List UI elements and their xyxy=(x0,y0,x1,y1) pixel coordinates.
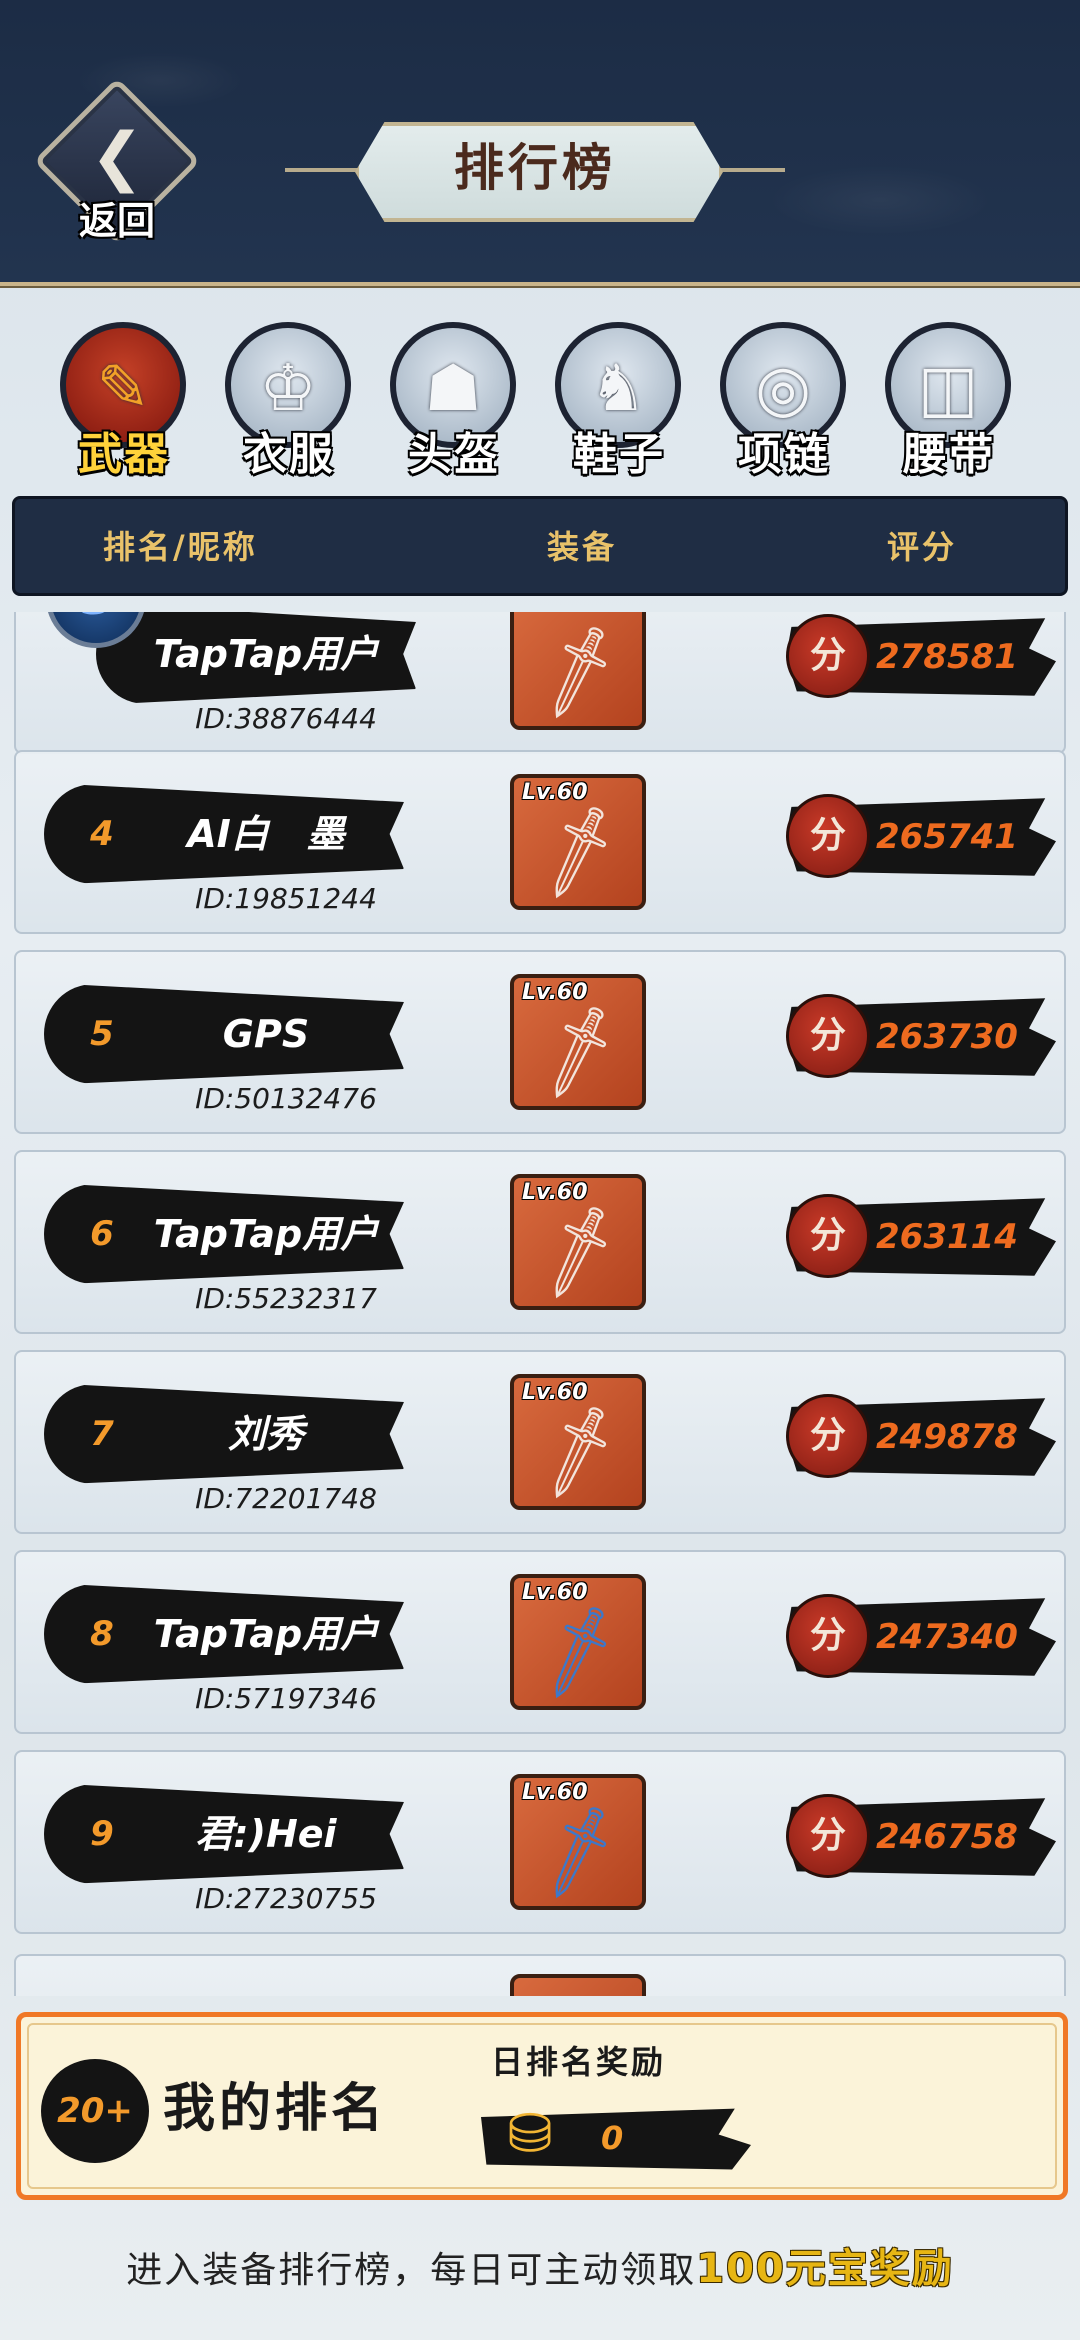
table-row[interactable]: 9 君:)Hei ID:27230755 Lv.60 🗡 分 246758 xyxy=(14,1750,1066,1934)
player-name: GPS xyxy=(222,1012,310,1056)
column-equipment: 装备 xyxy=(547,528,618,566)
tab-category-0[interactable]: ✎ 武器 xyxy=(54,322,194,482)
player-id: ID:72201748 xyxy=(195,1482,377,1515)
equipment-slot[interactable]: Lv.60 🗡 xyxy=(510,1374,646,1510)
score-value: 263730 xyxy=(876,1017,1018,1057)
tab-category-4[interactable]: ◎ 项链 xyxy=(714,322,854,482)
equipment-slot[interactable]: Lv.60 🗡 xyxy=(510,974,646,1110)
equipment-slot[interactable]: Lv.60 🗡 xyxy=(510,1174,646,1310)
score-badge: 分 xyxy=(786,1194,870,1278)
player-name: 君:)Hei xyxy=(195,1812,337,1856)
score-value: 263114 xyxy=(876,1217,1018,1257)
player-name: 刘秀 xyxy=(227,1412,304,1456)
my-rank-label: 我的排名 xyxy=(163,2079,388,2139)
category-label: 武器 xyxy=(78,429,170,480)
category-label: 鞋子 xyxy=(573,429,665,480)
title-left-line xyxy=(285,168,365,172)
player-id: ID:50132476 xyxy=(195,1082,377,1115)
player-name: TapTap用户 xyxy=(153,1212,379,1256)
score-badge: 分 xyxy=(786,794,870,878)
category-label: 衣服 xyxy=(243,429,335,480)
score-value: 278581 xyxy=(876,637,1018,677)
tab-category-2[interactable]: ☗ 头盔 xyxy=(384,322,524,482)
equipment-slot[interactable]: Lv.60 🗡 xyxy=(510,1774,646,1910)
title-plaque: 排行榜 xyxy=(285,122,785,222)
footer-text: 进入装备排行榜，每日可主动领取 xyxy=(126,2250,697,2291)
rank-number: 5 xyxy=(90,1014,114,1054)
player-id: ID:27230755 xyxy=(195,1882,377,1915)
ranking-list[interactable]: 3TapTap用户ID:38876444🗡分2785814AI白 墨ID:198… xyxy=(0,612,1080,1996)
column-header: 排名/昵称 装备 评分 xyxy=(12,496,1068,596)
table-row[interactable]: 8 TapTap用户 ID:57197346 Lv.60 🗡 分 247340 xyxy=(14,1550,1066,1734)
rank-number: 9 xyxy=(90,1814,114,1854)
back-button[interactable]: ❮ 返回 xyxy=(33,77,201,245)
sword-icon: 🗡 xyxy=(520,615,636,727)
my-rank-panel[interactable]: 20+ 我的排名 日排名奖励 ⛁ 0 xyxy=(16,2012,1068,2200)
top-header: ❮ 返回 排行榜 xyxy=(0,0,1080,286)
score-badge: 分 xyxy=(786,1394,870,1478)
footer-note: 进入装备排行榜，每日可主动领取100元宝奖励 xyxy=(0,2236,1080,2294)
player-name: TapTap用户 xyxy=(153,632,379,676)
equipment-slot[interactable]: Lv.60 🗡 xyxy=(510,774,646,910)
column-score: 评分 xyxy=(887,528,958,566)
score-badge: 分 xyxy=(786,1594,870,1678)
back-label: 返回 xyxy=(78,199,155,243)
page-title: 排行榜 xyxy=(454,139,616,197)
player-id: ID:38876444 xyxy=(195,702,377,735)
daily-reward-title: 日排名奖励 xyxy=(491,2043,667,2081)
score-value: 246758 xyxy=(876,1817,1018,1857)
category-label: 头盔 xyxy=(408,429,500,480)
back-arrow-icon: ❮ xyxy=(90,120,144,194)
column-rank-name: 排名/昵称 xyxy=(103,528,258,566)
score-value: 265741 xyxy=(876,817,1018,857)
player-name: AI白 墨 xyxy=(187,812,345,856)
rank-number: 6 xyxy=(90,1214,114,1254)
score-badge: 分 xyxy=(786,1794,870,1878)
tab-category-3[interactable]: ♞ 鞋子 xyxy=(549,322,689,482)
player-id: ID:57197346 xyxy=(195,1682,377,1715)
tab-category-5[interactable]: ◫ 腰带 xyxy=(879,322,1019,482)
rank-number: 8 xyxy=(90,1614,114,1654)
rank-number: 7 xyxy=(90,1414,114,1454)
rank-number: 3 xyxy=(46,612,146,648)
table-row[interactable]: 3TapTap用户 ID:38876444 🗡 分278581 xyxy=(14,612,1066,754)
my-rank-number: 20+ xyxy=(57,2091,133,2131)
equipment-slot[interactable]: 🗡 xyxy=(510,612,646,730)
table-row[interactable]: 4 AI白 墨 ID:19851244 Lv.60 🗡 分 265741 xyxy=(14,750,1066,934)
tab-category-1[interactable]: ♔ 衣服 xyxy=(219,322,359,482)
footer-highlight: 100元宝奖励 xyxy=(696,2246,954,2292)
player-id: ID:55232317 xyxy=(195,1282,377,1315)
daily-reward-value: 0 xyxy=(601,2119,624,2157)
score-value: 249878 xyxy=(876,1417,1018,1457)
table-row[interactable] xyxy=(14,1954,1066,1996)
equipment-slot[interactable]: Lv.60 🗡 xyxy=(510,1574,646,1710)
table-row[interactable]: 5 GPS ID:50132476 Lv.60 🗡 分 263730 xyxy=(14,950,1066,1134)
player-name: TapTap用户 xyxy=(153,1612,379,1656)
score-badge: 分 xyxy=(786,614,870,698)
category-label: 项链 xyxy=(738,429,830,480)
category-label: 腰带 xyxy=(903,429,995,480)
rank-number: 4 xyxy=(90,814,114,854)
gold-ingot-icon: ⛁ xyxy=(507,2102,553,2165)
player-id: ID:19851244 xyxy=(195,882,377,915)
table-row[interactable]: 7 刘秀 ID:72201748 Lv.60 🗡 分 249878 xyxy=(14,1350,1066,1534)
equipment-slot[interactable] xyxy=(510,1974,646,1996)
score-badge: 分 xyxy=(786,994,870,1078)
score-value: 247340 xyxy=(876,1617,1018,1657)
rank-medal-icon: 3 xyxy=(36,612,156,668)
table-row[interactable]: 6 TapTap用户 ID:55232317 Lv.60 🗡 分 263114 xyxy=(14,1150,1066,1334)
